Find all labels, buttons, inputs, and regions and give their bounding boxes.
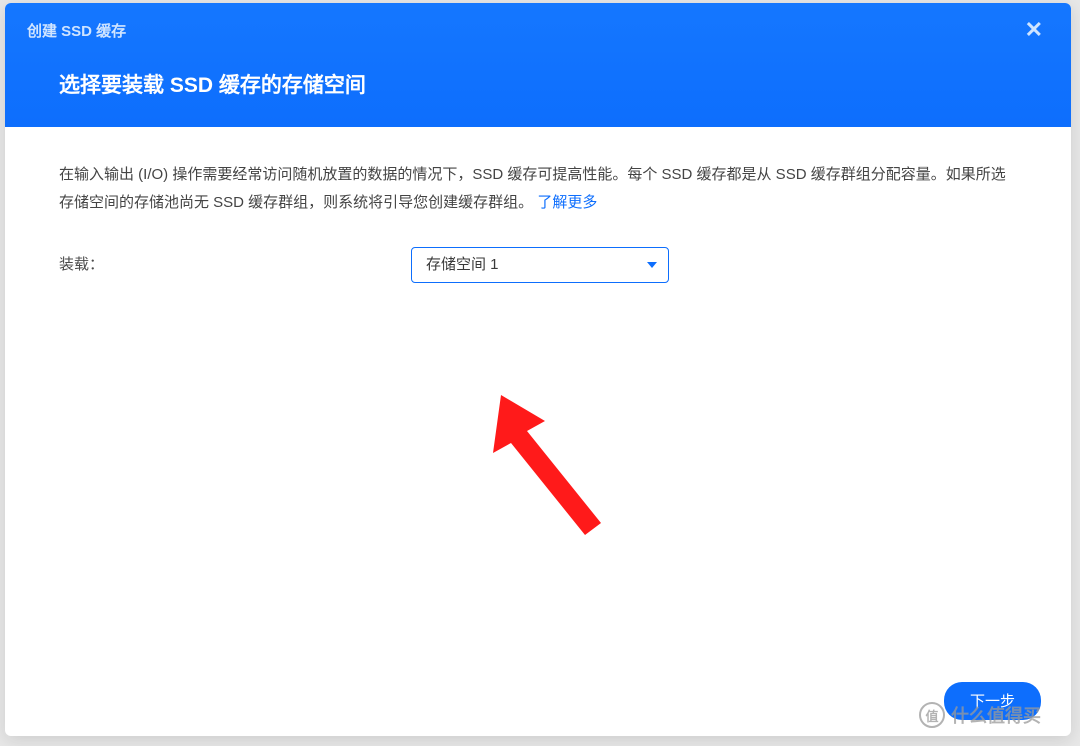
dialog-footer: 下一步: [944, 682, 1041, 720]
chevron-down-icon: [647, 262, 657, 268]
dialog-body: 在输入输出 (I/O) 操作需要经常访问随机放置的数据的情况下，SSD 缓存可提…: [5, 127, 1071, 736]
dialog-title: 创建 SSD 缓存: [27, 20, 126, 41]
description-text: 在输入输出 (I/O) 操作需要经常访问随机放置的数据的情况下，SSD 缓存可提…: [59, 161, 1017, 217]
mount-selected-value: 存储空间 1: [426, 251, 499, 279]
dialog-titlebar: 创建 SSD 缓存 ✕: [5, 3, 1071, 47]
next-button[interactable]: 下一步: [944, 682, 1041, 720]
description-content: 在输入输出 (I/O) 操作需要经常访问随机放置的数据的情况下，SSD 缓存可提…: [59, 166, 1006, 211]
mount-row: 装载： 存储空间 1: [59, 247, 1017, 283]
mount-label: 装载：: [59, 251, 411, 279]
annotation-arrow-icon: [477, 395, 637, 535]
dialog-subtitle: 选择要装载 SSD 缓存的存储空间: [5, 47, 1071, 127]
dialog-header: 创建 SSD 缓存 ✕ 选择要装载 SSD 缓存的存储空间: [5, 3, 1071, 127]
ssd-cache-dialog: 创建 SSD 缓存 ✕ 选择要装载 SSD 缓存的存储空间 在输入输出 (I/O…: [5, 3, 1071, 736]
mount-select[interactable]: 存储空间 1: [411, 247, 669, 283]
learn-more-link[interactable]: 了解更多: [537, 194, 597, 211]
close-icon[interactable]: ✕: [1019, 17, 1049, 43]
